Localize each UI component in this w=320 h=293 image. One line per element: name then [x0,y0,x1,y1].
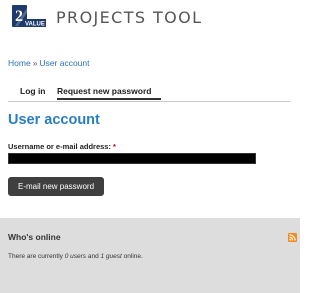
required-marker: * [112,142,116,151]
online-text-middle: and [86,253,101,260]
username-field-label-text: Username or e-mail address: [8,142,111,151]
breadcrumb-separator: » [32,58,38,68]
online-text-suffix: online. [121,253,143,260]
site-name[interactable]: PROJECTS TOOL [56,8,202,27]
active-tab-indicator [57,98,161,100]
tabs: Log in Request new password [8,84,290,102]
page-title: User account [8,112,100,128]
breadcrumb-current-link[interactable]: User account [39,58,89,68]
tab-log-in[interactable]: Log in [20,86,46,96]
header: 2 VALUE PROJECTS TOOL [0,0,300,38]
online-guests-count: 1 guest [100,253,122,260]
username-field-label: Username or e-mail address: * [8,142,116,151]
online-users-count: 0 users [64,253,87,260]
breadcrumb: Home» User account [8,58,90,68]
online-text-prefix: There are currently [8,253,65,260]
username-email-input[interactable] [8,153,256,164]
logo-letter: 2 [15,8,23,25]
breadcrumb-home-link[interactable]: Home [8,58,31,68]
whos-online-text: There are currently 0 users and 1 guest … [8,253,143,260]
value-logo-icon[interactable]: 2 VALUE [11,4,47,30]
page: 2 VALUE PROJECTS TOOL Home» User account … [0,0,300,293]
logo-text: VALUE [25,22,45,28]
email-new-password-button[interactable]: E-mail new password [8,177,104,196]
whos-online-block: Who's online There are currently 0 users… [0,218,300,293]
whos-online-title: Who's online [8,232,61,242]
rss-feed-icon[interactable] [288,233,297,242]
tab-request-new-password[interactable]: Request new password [57,86,151,96]
